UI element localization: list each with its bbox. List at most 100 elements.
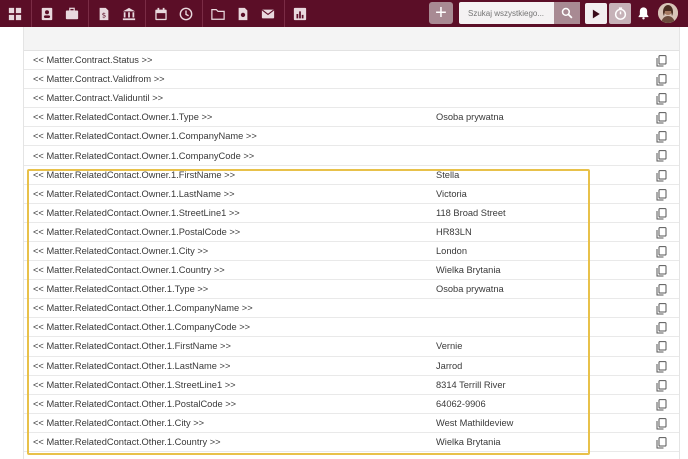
table-row: << Matter.RelatedContact.Owner.1.Company… — [24, 146, 679, 166]
copy-icon[interactable] — [656, 226, 667, 239]
nav-divider — [284, 0, 285, 27]
merge-field-key: << Matter.RelatedContact.Owner.1.Type >> — [33, 112, 213, 123]
copy-icon[interactable] — [656, 207, 667, 220]
copy-icon[interactable] — [656, 322, 667, 334]
merge-field-key: << Matter.Contract.Validfrom >> — [33, 74, 165, 85]
merge-field-key: << Matter.RelatedContact.Owner.1.PostalC… — [33, 226, 241, 237]
copy-icon[interactable] — [656, 417, 667, 430]
table-row: << Matter.RelatedContact.Owner.1.FirstNa… — [24, 166, 679, 185]
table-row: << Matter.RelatedContact.Other.1.City >>… — [24, 414, 679, 433]
table-row: << Matter.RelatedContact.Owner.1.City >>… — [24, 242, 679, 262]
copy-icon[interactable] — [656, 150, 667, 162]
merge-field-value: 64062-9906 — [436, 398, 486, 409]
merge-field-key: << Matter.RelatedContact.Owner.1.City >> — [33, 245, 209, 256]
nav-divider — [145, 0, 146, 27]
table-row: << Matter.RelatedContact.Other.1.PostalC… — [24, 395, 679, 414]
copy-icon[interactable] — [656, 169, 667, 182]
table-row: << Matter.RelatedContact.Other.1.FirstNa… — [24, 337, 679, 357]
merge-field-value: Wielka Brytania — [436, 265, 501, 276]
play-icon — [592, 9, 600, 18]
copy-icon[interactable] — [656, 379, 667, 392]
invoice-icon[interactable]: $ — [94, 4, 114, 24]
bank-icon[interactable] — [119, 4, 139, 24]
copy-icon[interactable] — [656, 436, 667, 449]
start-timer-button[interactable] — [585, 3, 607, 24]
merge-field-value: Victoria — [436, 188, 467, 199]
briefcase-icon[interactable] — [62, 4, 82, 24]
table-row: << Matter.RelatedContact.Owner.1.StreetL… — [24, 204, 679, 223]
notifications-icon[interactable] — [636, 5, 650, 21]
merge-field-key: << Matter.RelatedContact.Owner.1.LastNam… — [33, 188, 235, 199]
merge-field-value: 118 Broad Street — [436, 207, 506, 218]
merge-field-value: Vernie — [436, 341, 463, 352]
table-row: << Matter.RelatedContact.Owner.1.Country… — [24, 261, 679, 281]
svg-text:$: $ — [102, 11, 106, 19]
plus-icon: + — [435, 2, 447, 24]
merge-field-key: << Matter.RelatedContact.Owner.1.FirstNa… — [33, 169, 236, 180]
merge-field-key: << Matter.RelatedContact.Other.1.Country… — [33, 436, 221, 447]
copy-icon[interactable] — [656, 112, 667, 124]
table-row: << Matter.RelatedContact.Other.1.Country… — [24, 433, 679, 452]
merge-field-key: << Matter.RelatedContact.Other.1.Company… — [33, 303, 253, 314]
nav-divider — [202, 0, 203, 27]
merge-field-key: << Matter.RelatedContact.Other.1.Type >> — [33, 284, 209, 295]
copy-icon[interactable] — [656, 55, 667, 67]
contacts-icon[interactable] — [37, 4, 57, 24]
copy-icon[interactable] — [656, 246, 667, 258]
add-new-button[interactable]: + — [429, 2, 453, 24]
user-avatar[interactable] — [658, 3, 678, 23]
top-navigation-bar: $ + — [0, 0, 688, 27]
merge-field-key: << Matter.RelatedContact.Owner.1.Company… — [33, 150, 255, 161]
table-row: << Matter.RelatedContact.Other.1.LastNam… — [24, 357, 679, 376]
merge-field-value: Osoba prywatna — [436, 284, 504, 295]
table-row: << Matter.Contract.Status >> — [24, 51, 679, 71]
mail-icon[interactable] — [258, 4, 278, 24]
merge-field-key: << Matter.RelatedContact.Other.1.LastNam… — [33, 360, 231, 371]
merge-field-value: Jarrod — [436, 360, 463, 371]
table-row: << Matter.RelatedContact.Owner.1.LastNam… — [24, 185, 679, 204]
table-row: << Matter.RelatedContact.Owner.1.PostalC… — [24, 223, 679, 242]
merge-field-key: << Matter.RelatedContact.Other.1.Company… — [33, 322, 251, 333]
merge-field-key: << Matter.RelatedContact.Owner.1.StreetL… — [33, 207, 240, 218]
merge-field-value: West Mathildeview — [436, 417, 514, 428]
merge-field-key: << Matter.RelatedContact.Other.1.FirstNa… — [33, 341, 231, 352]
table-row: << Matter.Contract.Validfrom >> — [24, 70, 679, 90]
copy-icon[interactable] — [656, 284, 667, 296]
table-row: << Matter.RelatedContact.Other.1.StreetL… — [24, 376, 679, 395]
chart-icon[interactable] — [290, 4, 310, 24]
search-button[interactable] — [554, 2, 580, 24]
table-row: << Matter.RelatedContact.Other.1.Type >>… — [24, 280, 679, 300]
merge-field-key: << Matter.Contract.Validuntil >> — [33, 93, 164, 104]
merge-field-key: << Matter.RelatedContact.Other.1.PostalC… — [33, 398, 237, 409]
calendar-icon[interactable] — [151, 4, 171, 24]
merge-field-value: Wielka Brytania — [436, 436, 501, 447]
copy-icon[interactable] — [656, 188, 667, 201]
merge-field-key: << Matter.RelatedContact.Other.1.City >> — [33, 417, 205, 428]
nav-divider — [88, 0, 89, 27]
copy-icon[interactable] — [656, 93, 667, 105]
merge-field-key: << Matter.Contract.Status >> — [33, 55, 153, 66]
table-row: << Matter.Contract.Validuntil >> — [24, 89, 679, 109]
copy-icon[interactable] — [656, 398, 667, 411]
history-icon[interactable] — [176, 4, 196, 24]
merge-field-value: HR83LN — [436, 226, 472, 237]
dashboard-icon[interactable] — [5, 4, 25, 24]
copy-icon[interactable] — [656, 341, 667, 353]
merge-field-value: 8314 Terrill River — [436, 379, 506, 390]
copy-icon[interactable] — [656, 265, 667, 277]
merge-field-key: << Matter.RelatedContact.Other.1.StreetL… — [33, 379, 236, 390]
copy-icon[interactable] — [656, 303, 667, 315]
document-search-icon[interactable] — [233, 4, 253, 24]
search-icon — [561, 7, 573, 19]
placeholder-table: << Matter.Contract.Status >> << Matter.Co… — [23, 27, 680, 459]
merge-field-value: Osoba prywatna — [436, 112, 504, 123]
folder-icon[interactable] — [208, 4, 228, 24]
table-row: << Matter.RelatedContact.Other.1.Company… — [24, 299, 679, 319]
copy-icon[interactable] — [656, 74, 667, 86]
copy-icon[interactable] — [656, 131, 667, 143]
table-header — [24, 27, 679, 51]
copy-icon[interactable] — [656, 360, 667, 373]
table-row: << Matter.RelatedContact.Owner.1.Company… — [24, 127, 679, 147]
stopwatch-button[interactable] — [609, 3, 631, 24]
nav-divider — [31, 0, 32, 27]
